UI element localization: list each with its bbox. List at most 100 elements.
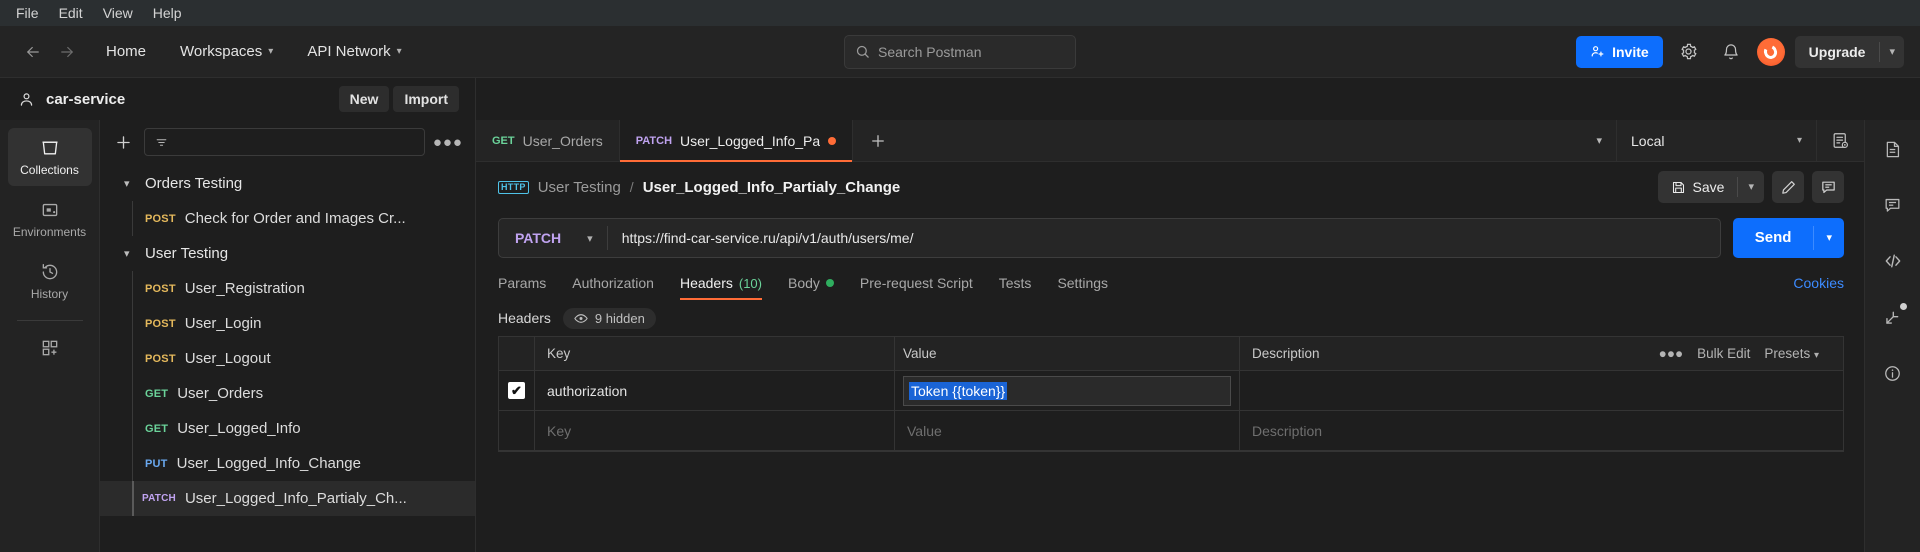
import-button[interactable]: Import [393,86,459,112]
row-key-cell[interactable]: authorization [535,371,895,410]
list-item[interactable]: POST User_Login [100,306,475,341]
save-options-chevron-down-icon[interactable]: ▾ [1738,171,1764,203]
forward-button[interactable] [52,37,82,67]
environment-quick-look-icon[interactable] [1816,120,1864,161]
chevron-down-icon[interactable]: ▾ [1880,36,1904,68]
hidden-headers-toggle[interactable]: 9 hidden [562,307,656,329]
request-name: User_Orders [177,385,264,402]
invite-button[interactable]: Invite [1576,35,1663,68]
comment-button[interactable] [1812,171,1844,203]
sidebar-item-collections[interactable]: Collections [7,128,92,186]
request-tab-bar: GET User_Orders PATCH User_Logged_Info_P… [476,120,1864,162]
table-row-empty[interactable]: Key Value Description [499,411,1843,451]
nav-workspaces[interactable]: Workspaces ▾ [170,37,283,66]
nav-api-network[interactable]: API Network ▾ [297,37,411,66]
code-icon[interactable] [1878,246,1908,276]
info-icon[interactable] [1878,358,1908,388]
tab-headers[interactable]: Headers (10) [667,275,775,300]
nav-home[interactable]: Home [96,37,156,66]
http-method-select[interactable]: PATCH ▾ [499,219,607,257]
list-item[interactable]: POST User_Logout [100,341,475,376]
unsaved-indicator-icon [828,136,837,145]
save-button[interactable]: Save ▾ [1657,171,1764,203]
back-button[interactable] [18,37,48,67]
cookies-link[interactable]: Cookies [1793,275,1844,300]
tab-settings[interactable]: Settings [1044,275,1121,300]
tab-body[interactable]: Body [775,275,847,300]
new-button[interactable]: New [338,86,390,112]
tab-tests[interactable]: Tests [986,275,1045,300]
request-name: User_Logged_Info_Partialy_Ch... [184,490,407,507]
sidebar-item-history-label: History [30,286,69,301]
filter-input[interactable] [144,128,425,156]
send-button[interactable]: Send ▾ [1732,218,1844,258]
list-item[interactable]: GET User_Orders [100,376,475,411]
upgrade-button[interactable]: Upgrade ▾ [1794,35,1904,68]
table-row[interactable]: ✔ authorization Token {{token}} [499,371,1843,411]
row-description-cell[interactable]: Description [1240,411,1843,450]
settings-button[interactable] [1673,36,1705,68]
create-new-button[interactable] [114,133,136,152]
edit-button[interactable] [1772,171,1804,203]
notifications-button[interactable] [1715,36,1747,68]
row-value-cell[interactable]: Token {{token}} [895,371,1240,410]
url-input[interactable]: https://find-car-service.ru/api/v1/auth/… [608,230,1720,246]
menu-item-view[interactable]: View [93,1,143,25]
save-button-main[interactable]: Save [1658,171,1738,203]
tab-user-orders[interactable]: GET User_Orders [476,120,620,161]
tab-authorization[interactable]: Authorization [559,275,667,300]
row-value-cell[interactable]: Value [895,411,1240,450]
presets-button[interactable]: Presets ▾ [1764,346,1819,361]
comment-icon[interactable] [1878,190,1908,220]
header-value-input[interactable]: Token {{token}} [903,375,1231,406]
tab-params[interactable]: Params [498,275,559,300]
list-item[interactable]: GET User_Logged_Info [100,411,475,446]
search-input[interactable]: Search Postman [844,34,1076,69]
url-input-wrapper: PATCH ▾ https://find-car-service.ru/api/… [498,218,1721,258]
url-bar: PATCH ▾ https://find-car-service.ru/api/… [476,212,1864,264]
list-item-selected[interactable]: PATCH User_Logged_Info_Partialy_Ch... [100,481,475,516]
request-section-tabs: Params Authorization Headers (10) Body P… [476,264,1864,300]
breadcrumb-parent[interactable]: User Testing [538,179,621,196]
notification-badge [1899,303,1907,310]
runner-icon[interactable] [1878,302,1908,332]
collection-folder-user-testing[interactable]: ▾ User Testing [100,236,475,271]
collections-sidebar: ●●● ▾ Orders Testing POST Check for Orde… [100,120,476,552]
row-key-cell[interactable]: Key [535,411,895,450]
environment-label: Local [1631,132,1665,149]
list-item[interactable]: POST Check for Order and Images Cr... [100,201,475,236]
tab-params-label: Params [498,275,547,291]
sidebar-item-history[interactable]: History [8,252,92,310]
table-header-actions: ●●● Bulk Edit Presets ▾ [1659,346,1831,361]
tree-guide [132,201,133,236]
avatar[interactable] [1756,37,1785,66]
list-item[interactable]: PUT User_Logged_Info_Change [100,446,475,481]
row-description-cell[interactable] [1240,371,1843,410]
tab-pre-request-script[interactable]: Pre-request Script [847,275,986,300]
documentation-icon[interactable] [1878,134,1908,164]
bulk-edit-button[interactable]: Bulk Edit [1697,346,1750,361]
tree-guide [132,446,133,481]
request-method: POST [145,352,176,365]
new-tab-button[interactable] [853,120,903,161]
new-module-button[interactable] [8,331,92,365]
send-options-chevron-down-icon[interactable]: ▾ [1814,218,1844,258]
environment-selector[interactable]: Local ▾ [1616,120,1816,161]
more-horizontal-icon[interactable]: ●●● [1659,346,1683,361]
more-horizontal-icon[interactable]: ●●● [433,134,463,151]
tab-overflow-chevron-down-icon[interactable]: ▾ [1582,134,1616,147]
collection-folder-orders-testing[interactable]: ▾ Orders Testing [100,166,475,201]
http-protocol-icon: HTTP [498,180,529,194]
sidebar-item-environments[interactable]: Environments [8,190,92,248]
tab-label: User_Logged_Info_Pa [680,132,821,149]
tab-user-logged-info-partialy[interactable]: PATCH User_Logged_Info_Pa [619,120,854,162]
tab-pre-request-script-label: Pre-request Script [859,275,973,291]
nav-home-label: Home [106,43,147,60]
menu-item-edit[interactable]: Edit [49,1,93,25]
list-item[interactable]: POST User_Registration [100,271,475,306]
menu-item-help[interactable]: Help [143,1,192,25]
chevron-down-icon: ▾ [396,46,402,57]
collection-tree: ▾ Orders Testing POST Check for Order an… [100,164,475,552]
menu-item-file[interactable]: File [6,1,49,25]
row-checkbox[interactable]: ✔ [508,382,525,399]
